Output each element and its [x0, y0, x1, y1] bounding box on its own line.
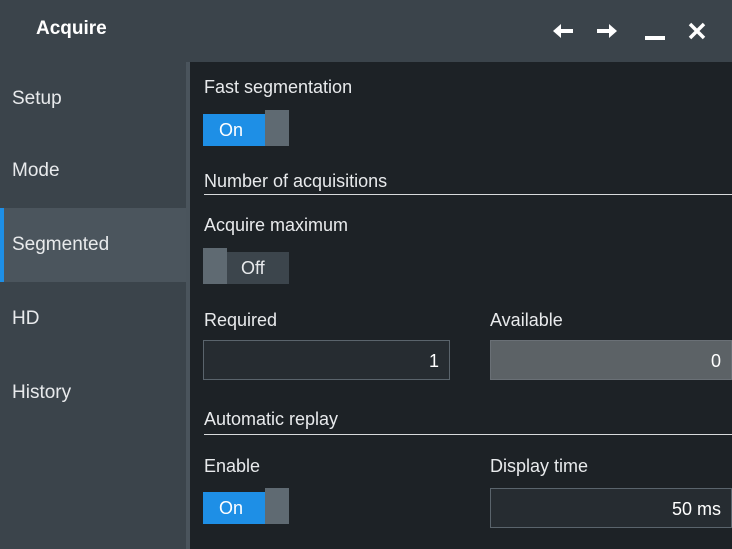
sidebar-item-segmented[interactable]: Segmented: [0, 208, 186, 282]
number-of-acquisitions-heading: Number of acquisitions: [204, 171, 388, 191]
enable-label: Enable: [204, 456, 261, 476]
toggle-knob: [265, 110, 289, 146]
panel-divider: [186, 62, 190, 549]
fast-segmentation-label: Fast segmentation: [204, 77, 353, 97]
sidebar-item-label: Segmented: [12, 234, 110, 255]
acquire-maximum-label: Acquire maximum: [204, 215, 349, 235]
sidebar: Setup Mode Segmented HD History: [0, 62, 186, 549]
acquire-maximum-toggle[interactable]: Off: [203, 248, 289, 284]
back-arrow-icon[interactable]: [546, 14, 580, 48]
forward-arrow-icon[interactable]: [590, 14, 624, 48]
required-label: Required: [204, 310, 278, 330]
close-icon[interactable]: [680, 14, 714, 48]
display-time-input[interactable]: 50 ms: [490, 488, 732, 528]
toggle-state: On: [203, 492, 265, 524]
sidebar-item-label: HD: [12, 308, 40, 329]
section-divider: [204, 434, 732, 435]
title-bar: Acquire: [0, 0, 732, 62]
automatic-replay-heading: Automatic replay: [204, 409, 339, 429]
toggle-knob: [203, 248, 227, 284]
available-field: 0: [490, 340, 732, 380]
sidebar-item-setup[interactable]: Setup: [0, 62, 186, 136]
enable-replay-toggle[interactable]: On: [203, 488, 289, 524]
toggle-state: On: [203, 114, 265, 146]
dialog-title: Acquire: [36, 18, 107, 39]
fast-segmentation-toggle[interactable]: On: [203, 110, 289, 146]
sidebar-item-hd[interactable]: HD: [0, 282, 186, 356]
minimize-icon[interactable]: [638, 14, 672, 48]
sidebar-item-label: History: [12, 382, 72, 403]
sidebar-item-label: Mode: [12, 160, 60, 181]
sidebar-item-mode[interactable]: Mode: [0, 134, 186, 208]
display-time-label: Display time: [490, 456, 589, 476]
toggle-knob: [265, 488, 289, 524]
toggle-state: Off: [227, 252, 289, 284]
available-label: Available: [490, 310, 563, 330]
section-divider: [204, 194, 732, 195]
required-input[interactable]: 1: [203, 340, 450, 380]
sidebar-item-label: Setup: [12, 88, 62, 109]
sidebar-item-history[interactable]: History: [0, 356, 186, 430]
